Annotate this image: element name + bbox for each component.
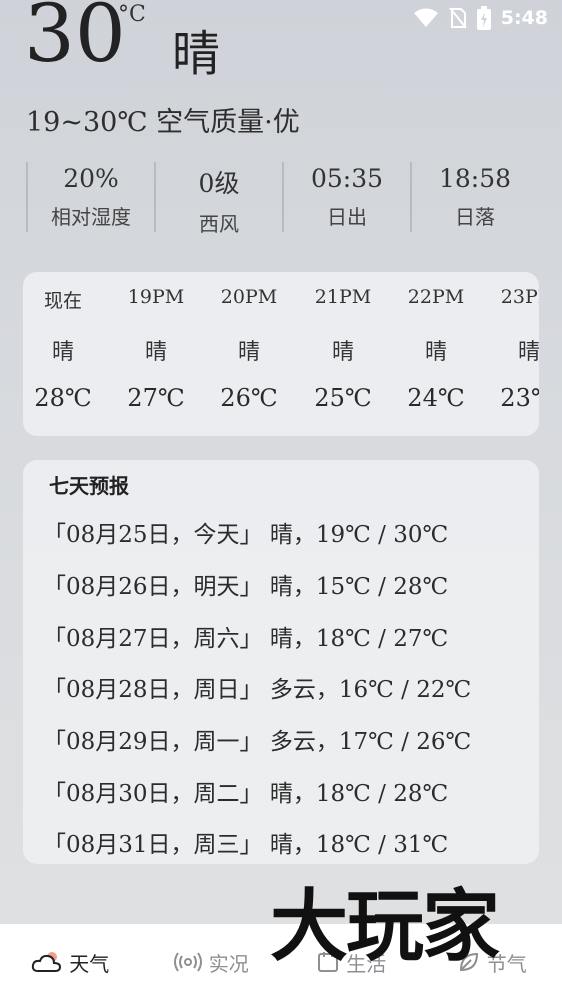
hourly-weather: 晴 bbox=[237, 340, 260, 365]
forecast-row: 「08月28日，周日」 多云，16℃ / 22℃ bbox=[43, 677, 472, 703]
hourly-weather: 晴 bbox=[424, 340, 447, 365]
hourly-weather: 晴 bbox=[51, 340, 74, 365]
stat-wind: 0级 西风 bbox=[154, 162, 282, 236]
current-condition: 晴 bbox=[172, 26, 221, 82]
stat-label: 西风 bbox=[199, 212, 239, 236]
hourly-temp: 26℃ bbox=[220, 384, 278, 412]
forecast-row: 「08月26日，明天」 晴，15℃ / 28℃ bbox=[43, 574, 449, 600]
current-temperature: 30 bbox=[24, 0, 126, 80]
stat-label: 日出 bbox=[327, 205, 367, 229]
hourly-time: 19PM bbox=[127, 286, 185, 308]
forecast-title: 七天预报 bbox=[49, 474, 129, 498]
stat-sunrise: 05:35 日出 bbox=[282, 162, 410, 232]
nav-label: 天气 bbox=[69, 951, 110, 976]
hourly-temp: 27℃ bbox=[127, 384, 185, 412]
hourly-weather: 晴 bbox=[144, 340, 167, 365]
hourly-time: 22PM bbox=[407, 286, 465, 308]
stat-label: 相对湿度 bbox=[51, 205, 131, 229]
temperature-unit: °C bbox=[118, 2, 146, 27]
stat-humidity: 20% 相对湿度 bbox=[26, 162, 154, 232]
stat-value: 18:58 bbox=[438, 164, 512, 193]
stat-value: 20% bbox=[63, 164, 119, 193]
hourly-time: 23PM bbox=[500, 286, 539, 308]
hourly-temp: 28℃ bbox=[34, 384, 92, 412]
nav-label: 实况 bbox=[208, 951, 249, 976]
nav-tab-weather[interactable]: 天气 bbox=[0, 924, 141, 1000]
stat-value: 0级 bbox=[198, 169, 240, 198]
forecast-row: 「08月31日，周三」 晴，18℃ / 31℃ bbox=[43, 832, 449, 858]
hourly-time: 21PM bbox=[314, 286, 372, 308]
watermark-text: 大玩家 bbox=[270, 882, 500, 972]
stat-label: 日落 bbox=[455, 205, 495, 229]
hourly-time: 现在 bbox=[43, 290, 82, 312]
wifi-icon bbox=[413, 8, 438, 27]
temp-range-air-quality: 19~30℃ 空气质量·优 bbox=[26, 107, 300, 138]
seven-day-forecast-card: 七天预报 「08月25日，今天」 晴，19℃ / 30℃ 「08月26日，明天」… bbox=[23, 460, 539, 864]
forecast-row: 「08月25日，今天」 晴，19℃ / 30℃ bbox=[43, 522, 449, 548]
broadcast-icon bbox=[173, 952, 202, 972]
forecast-row: 「08月30日，周二」 晴，18℃ / 28℃ bbox=[43, 781, 449, 807]
hourly-weather: 晴 bbox=[517, 340, 539, 365]
hourly-temp: 24℃ bbox=[407, 384, 465, 412]
hourly-time: 20PM bbox=[220, 286, 278, 308]
hourly-temp: 23℃ bbox=[500, 384, 539, 412]
stat-sunset: 18:58 日落 bbox=[410, 162, 538, 232]
hourly-weather: 晴 bbox=[331, 340, 354, 365]
status-bar: 5:48 bbox=[413, 6, 548, 30]
hourly-forecast-card[interactable]: 现在 晴 28℃ 19PM 晴 27℃ 20PM 晴 26℃ 21PM 晴 25… bbox=[23, 272, 539, 436]
cloud-sun-icon bbox=[32, 952, 62, 972]
stat-value: 05:35 bbox=[310, 164, 384, 193]
status-time: 5:48 bbox=[500, 7, 548, 29]
hourly-temp: 25℃ bbox=[314, 384, 372, 412]
weather-stats: 20% 相对湿度 0级 西风 05:35 日出 18:58 日落 bbox=[26, 162, 538, 236]
no-sim-icon bbox=[448, 7, 467, 29]
forecast-row: 「08月27日，周六」 晴，18℃ / 27℃ bbox=[43, 626, 449, 652]
nav-tab-live[interactable]: 实况 bbox=[141, 924, 282, 1000]
battery-charging-icon bbox=[476, 6, 491, 30]
forecast-row: 「08月29日，周一」 多云，17℃ / 26℃ bbox=[43, 729, 472, 755]
